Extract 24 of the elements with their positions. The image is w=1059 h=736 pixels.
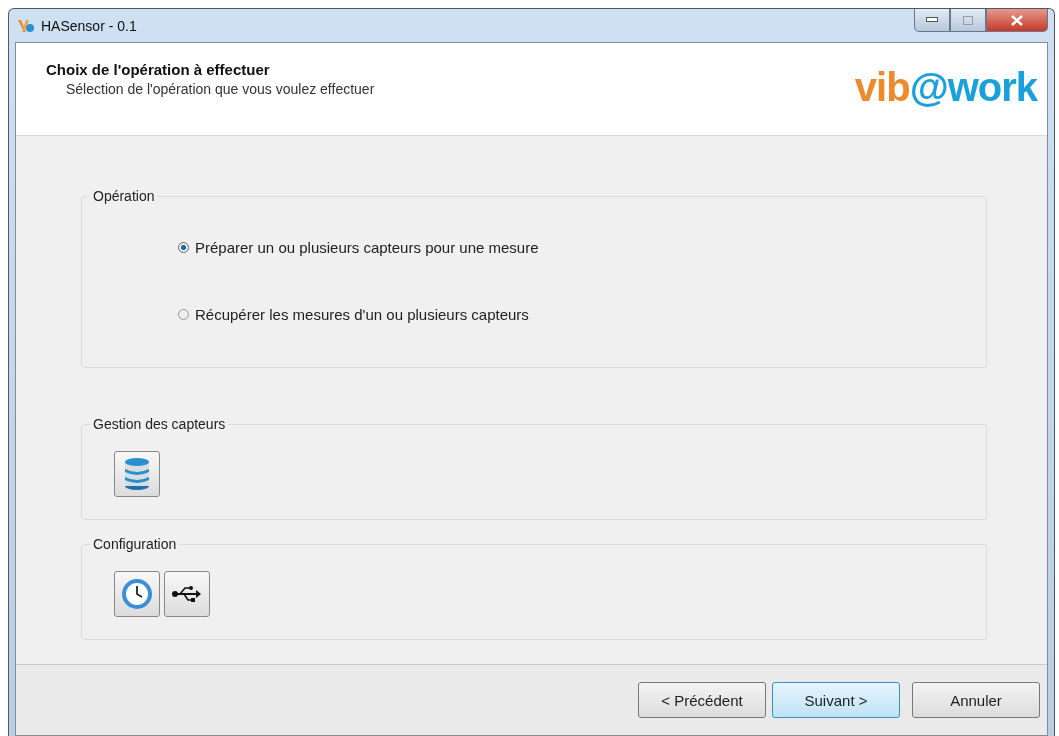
radio-button[interactable] — [178, 242, 189, 253]
group-label: Gestion des capteurs — [90, 416, 229, 432]
tool-button[interactable] — [164, 571, 210, 617]
usb-icon — [172, 584, 202, 604]
maximize-button[interactable] — [950, 9, 986, 32]
wizard-button[interactable]: Annuler — [912, 682, 1040, 718]
close-button[interactable] — [986, 9, 1048, 32]
radio-option[interactable]: Préparer un ou plusieurs capteurs pour une mesure — [178, 239, 539, 256]
maximize-icon — [963, 15, 973, 25]
group-label: Opération — [90, 188, 158, 204]
page-subtitle: Sélection de l'opération que vous voulez effectuer — [65, 81, 375, 97]
close-icon — [1011, 14, 1023, 26]
window-title: HASensor - 0.1 — [41, 17, 137, 34]
database-icon — [122, 457, 152, 491]
wizard-button[interactable]: Suivant > — [772, 682, 900, 718]
wizard-button[interactable]: < Précédent — [638, 682, 766, 718]
radio-button[interactable] — [178, 309, 189, 320]
group-label: Configuration — [90, 536, 180, 552]
minimize-button[interactable] — [914, 9, 950, 32]
clock-icon — [121, 578, 153, 610]
page-title: Choix de l'opération à effectuer — [46, 61, 271, 78]
minimize-icon — [926, 17, 938, 23]
logo: vib@work — [854, 64, 1037, 111]
radio-option[interactable]: Récupérer les mesures d'un ou plusieurs capteurs — [178, 306, 529, 323]
